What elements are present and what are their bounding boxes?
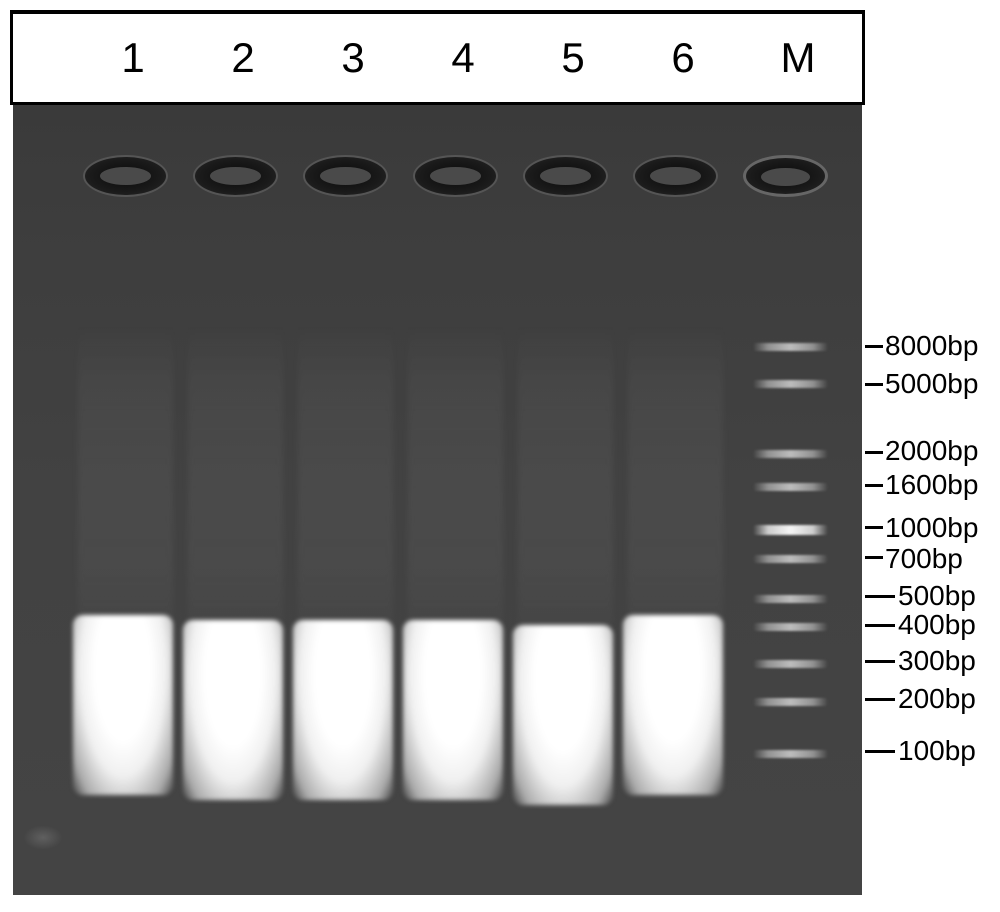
gel-figure: 1 2 3 4 5 6 M xyxy=(10,10,990,905)
sample-band-2 xyxy=(183,620,283,800)
lane-label-3: 3 xyxy=(323,34,383,82)
bp-label-700: 700bp xyxy=(885,543,963,575)
ladder-band-2000 xyxy=(753,450,828,458)
lane-label-6: 6 xyxy=(653,34,713,82)
well-5 xyxy=(523,155,608,197)
sample-band-6 xyxy=(623,615,723,795)
smear-1 xyxy=(78,325,173,625)
well-3 xyxy=(303,155,388,197)
bp-label-200: 200bp xyxy=(898,683,976,715)
ladder-band-100 xyxy=(753,750,828,758)
ladder-band-1600 xyxy=(753,483,828,491)
ladder-band-500 xyxy=(753,595,828,603)
ladder-band-5000 xyxy=(753,380,828,388)
tick-1000 xyxy=(865,526,883,529)
sample-band-1 xyxy=(73,615,173,795)
well-6 xyxy=(633,155,718,197)
tick-500 xyxy=(865,595,895,598)
bp-label-5000: 5000bp xyxy=(885,368,978,400)
lane-label-2: 2 xyxy=(213,34,273,82)
bp-label-1000: 1000bp xyxy=(885,512,978,544)
tick-200 xyxy=(865,698,895,701)
bp-label-1600: 1600bp xyxy=(885,469,978,501)
bp-label-8000: 8000bp xyxy=(885,330,978,362)
tick-2000 xyxy=(865,451,883,454)
ladder-band-700 xyxy=(753,555,828,563)
tick-1600 xyxy=(865,484,883,487)
lane-label-4: 4 xyxy=(433,34,493,82)
smear-6 xyxy=(628,325,723,625)
well-1 xyxy=(83,155,168,197)
ladder-band-200 xyxy=(753,698,828,706)
ladder-band-8000 xyxy=(753,343,828,351)
sample-band-5 xyxy=(513,625,613,805)
smear-2 xyxy=(188,325,283,625)
ladder-band-400 xyxy=(753,623,828,631)
bp-label-500: 500bp xyxy=(898,580,976,612)
bp-label-300: 300bp xyxy=(898,645,976,677)
ladder-band-1000 xyxy=(753,525,828,535)
lane-header-bar: 1 2 3 4 5 6 M xyxy=(10,10,865,105)
tick-400 xyxy=(865,624,895,627)
lane-label-5: 5 xyxy=(543,34,603,82)
tick-5000 xyxy=(865,383,883,386)
well-2 xyxy=(193,155,278,197)
well-4 xyxy=(413,155,498,197)
smear-4 xyxy=(408,325,503,625)
gel-image xyxy=(13,105,862,895)
bp-label-100: 100bp xyxy=(898,735,976,767)
glow-spot xyxy=(23,825,63,850)
sample-band-3 xyxy=(293,620,393,800)
lane-label-marker: M xyxy=(768,34,828,82)
smear-5 xyxy=(518,325,613,625)
tick-8000 xyxy=(865,345,883,348)
well-marker xyxy=(743,155,828,197)
bp-label-2000: 2000bp xyxy=(885,435,978,467)
sample-band-4 xyxy=(403,620,503,800)
ladder-band-300 xyxy=(753,660,828,668)
tick-100 xyxy=(865,750,895,753)
bp-label-400: 400bp xyxy=(898,609,976,641)
tick-700 xyxy=(865,556,883,559)
lane-label-1: 1 xyxy=(103,34,163,82)
smear-3 xyxy=(298,325,393,625)
tick-300 xyxy=(865,660,895,663)
